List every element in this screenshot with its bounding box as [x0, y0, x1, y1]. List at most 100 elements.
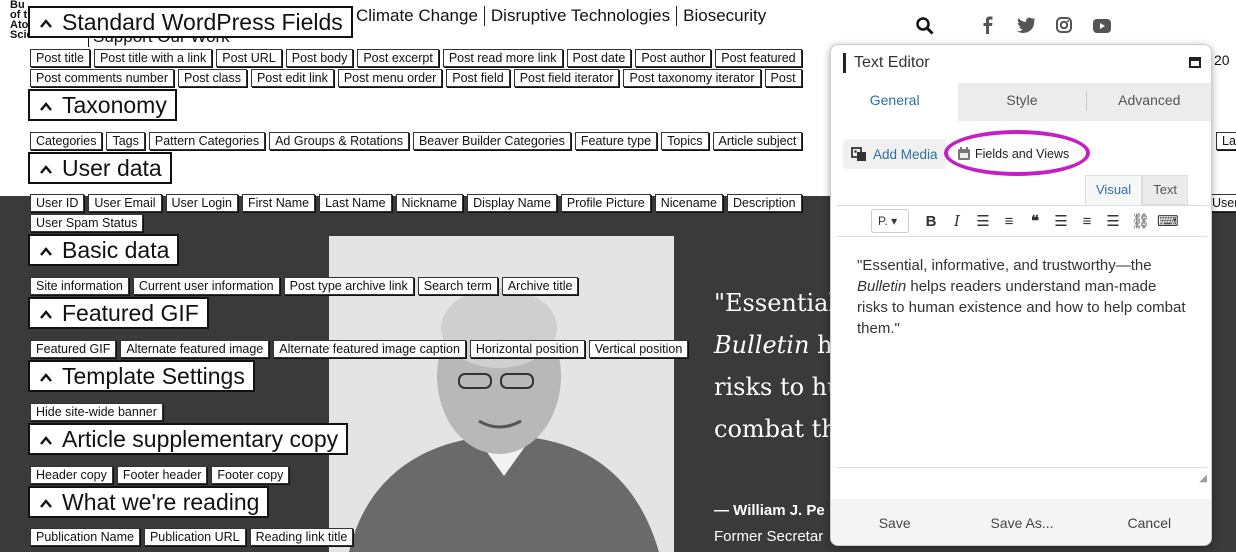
field-chip[interactable]: Publication Name — [30, 528, 140, 546]
section-standard-wordpress-fields[interactable]: Standard WordPress Fields — [28, 6, 353, 38]
field-chip[interactable]: Ad Groups & Rotations — [269, 132, 409, 150]
format-select[interactable]: P. ▾ — [871, 209, 909, 233]
section-featured-gif[interactable]: Featured GIF — [28, 297, 209, 329]
field-chip[interactable]: Publication URL — [143, 528, 246, 546]
field-chip[interactable]: Beaver Builder Categories — [412, 132, 571, 150]
align-left-icon[interactable]: ☰ — [1053, 212, 1069, 230]
field-chip[interactable]: Horizontal position — [469, 340, 585, 358]
field-chip[interactable]: Footer header — [116, 466, 208, 484]
nav-link-climate[interactable]: Climate Change — [356, 6, 484, 26]
field-chip[interactable]: La — [1216, 132, 1236, 150]
field-chip[interactable]: Post excerpt — [357, 49, 439, 67]
search-icon[interactable] — [916, 17, 934, 35]
facebook-icon[interactable] — [981, 16, 993, 34]
cancel-button[interactable]: Cancel — [1086, 515, 1211, 531]
field-chip[interactable]: Alternate featured image — [120, 340, 270, 358]
field-chip[interactable]: Profile Picture — [560, 194, 651, 212]
field-chip[interactable]: Post author — [635, 49, 712, 67]
section-title: Template Settings — [62, 363, 245, 389]
field-chip[interactable]: Post menu order — [337, 69, 443, 87]
field-chip[interactable]: Nicename — [654, 194, 724, 212]
field-chip[interactable]: First Name — [241, 194, 316, 212]
link-icon[interactable]: ⛓ — [1131, 212, 1150, 230]
field-chip[interactable]: Post type archive link — [283, 277, 414, 295]
field-chip[interactable]: Search term — [417, 277, 498, 295]
field-chip[interactable]: Post URL — [216, 49, 282, 67]
nav-link-disruptive-tech[interactable]: Disruptive Technologies — [483, 6, 676, 26]
field-chip[interactable]: Archive title — [501, 277, 579, 295]
field-chip[interactable]: Post — [764, 69, 802, 87]
chevron-up-icon — [40, 247, 52, 256]
resize-handle-icon[interactable]: ◢ — [1199, 473, 1207, 484]
field-chip[interactable]: Topics — [661, 132, 709, 150]
field-chip[interactable]: Featured GIF — [30, 340, 117, 358]
editor-content[interactable]: "Essential, informative, and trustworthy… — [857, 255, 1187, 339]
add-media-button[interactable]: Add Media — [843, 139, 946, 169]
field-chip[interactable]: Post date — [566, 49, 632, 67]
field-chip[interactable]: Post field iterator — [513, 69, 620, 87]
dialog-title: Text Editor — [843, 53, 930, 73]
field-chip[interactable]: Post field — [446, 69, 510, 87]
blockquote-icon[interactable]: ❝ — [1027, 212, 1043, 230]
field-chip[interactable]: Reading link title — [249, 528, 354, 546]
field-chip[interactable]: Hide site-wide banner — [30, 403, 163, 421]
field-chip[interactable]: Site information — [30, 277, 129, 295]
field-chip[interactable]: Nickname — [395, 194, 464, 212]
field-chip[interactable]: Description — [727, 194, 802, 212]
field-chip[interactable]: Post taxonomy iterator — [623, 69, 761, 87]
section-user-data[interactable]: User data — [28, 152, 172, 184]
section-basic-data[interactable]: Basic data — [28, 234, 180, 266]
field-chip[interactable]: Tags — [106, 132, 145, 150]
nav-link-biosecurity[interactable]: Biosecurity — [676, 6, 772, 26]
bullet-list-icon[interactable]: ☰ — [975, 212, 991, 230]
youtube-icon[interactable] — [1093, 19, 1111, 33]
field-chip[interactable]: User ID — [30, 194, 85, 212]
tab-visual[interactable]: Visual — [1085, 175, 1143, 205]
section-what-were-reading[interactable]: What we're reading — [28, 486, 270, 518]
field-chip[interactable]: Feature type — [574, 132, 658, 150]
save-button[interactable]: Save — [831, 515, 958, 531]
field-chip[interactable]: Post edit link — [250, 69, 334, 87]
field-chip[interactable]: Categories — [30, 132, 103, 150]
tab-general[interactable]: General — [831, 83, 959, 121]
tab-text[interactable]: Text — [1142, 175, 1189, 205]
numbered-list-icon[interactable]: ≡ — [1001, 213, 1017, 230]
align-right-icon[interactable]: ☰ — [1105, 212, 1121, 230]
field-chip[interactable]: Article subject — [712, 132, 803, 150]
field-chip[interactable]: Vertical position — [588, 340, 689, 358]
bold-icon[interactable]: B — [923, 213, 939, 230]
save-as-button[interactable]: Save As... — [958, 515, 1085, 531]
field-chip[interactable]: Post title — [30, 49, 90, 67]
italic-icon[interactable]: I — [949, 212, 965, 230]
section-title: Taxonomy — [62, 92, 167, 118]
section-title: What we're reading — [62, 489, 260, 515]
align-center-icon[interactable]: ≡ — [1079, 213, 1095, 230]
field-chip[interactable]: Last Name — [319, 194, 392, 212]
tab-style[interactable]: Style — [958, 83, 1085, 121]
field-chip[interactable]: Post body — [285, 49, 354, 67]
chip-row: Post comments number Post class Post edi… — [30, 69, 802, 87]
field-chip[interactable]: Alternate featured image caption — [273, 340, 466, 358]
field-chip[interactable]: Pattern Categories — [148, 132, 266, 150]
field-chip[interactable]: Header copy — [30, 466, 113, 484]
field-chip[interactable]: User Spam Status — [30, 214, 144, 232]
section-title: Basic data — [62, 237, 170, 263]
instagram-icon[interactable] — [1056, 17, 1072, 33]
field-chip[interactable]: User Login — [165, 194, 238, 212]
field-chip[interactable]: Post featured — [715, 49, 802, 67]
field-chip[interactable]: User Email — [88, 194, 162, 212]
field-chip[interactable]: Post comments number — [30, 69, 174, 87]
twitter-icon[interactable] — [1016, 17, 1036, 33]
field-chip[interactable]: Footer copy — [211, 466, 290, 484]
field-chip[interactable]: Current user information — [132, 277, 280, 295]
maximize-icon[interactable] — [1189, 57, 1201, 68]
keyboard-icon[interactable]: ⌨ — [1157, 212, 1179, 230]
tab-advanced[interactable]: Advanced — [1085, 83, 1211, 121]
field-chip[interactable]: Post class — [178, 69, 247, 87]
section-template-settings[interactable]: Template Settings — [28, 360, 255, 392]
section-article-supplementary-copy[interactable]: Article supplementary copy — [28, 423, 349, 455]
field-chip[interactable]: Display Name — [467, 194, 557, 212]
section-taxonomy[interactable]: Taxonomy — [28, 89, 177, 121]
field-chip[interactable]: Post title with a link — [93, 49, 213, 67]
field-chip[interactable]: Post read more link — [442, 49, 563, 67]
